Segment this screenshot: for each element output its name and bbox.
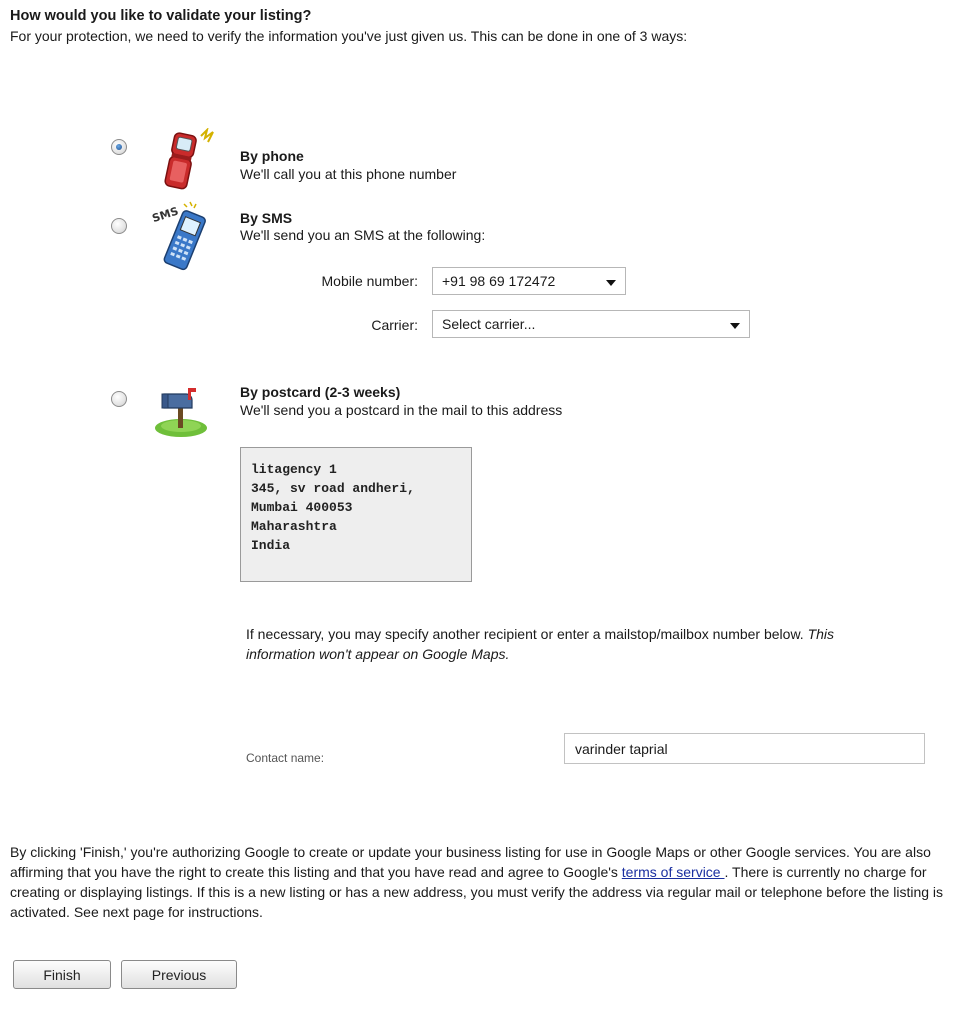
mobile-number-label: Mobile number:	[321, 273, 419, 289]
chevron-down-icon	[606, 280, 616, 286]
carrier-select[interactable]: Select carrier...	[432, 310, 750, 338]
sms-phone-icon: SMS	[151, 201, 206, 271]
mobile-number-select[interactable]: +91 98 69 172472	[432, 267, 626, 295]
phone-radio[interactable]	[111, 139, 127, 155]
legal-text: By clicking 'Finish,' you're authorizing…	[10, 842, 968, 922]
terms-of-service-link[interactable]: terms of service	[622, 864, 725, 880]
address-line: litagency 1	[251, 462, 337, 477]
address-line: 345, sv road andheri,	[251, 481, 415, 496]
svg-text:SMS: SMS	[151, 204, 181, 225]
finish-button[interactable]: Finish	[13, 960, 111, 989]
page-heading: How would you like to validate your list…	[10, 8, 312, 24]
carrier-label: Carrier:	[371, 317, 418, 333]
carrier-value: Select carrier...	[442, 316, 536, 332]
address-line: India	[251, 538, 291, 553]
postcard-option-desc: We'll send you a postcard in the mail to…	[240, 402, 563, 418]
postcard-radio[interactable]	[111, 391, 127, 407]
previous-button[interactable]: Previous	[121, 960, 237, 989]
flip-phone-icon	[164, 128, 214, 190]
contact-name-label: Contact name:	[246, 751, 325, 765]
recipient-note: If necessary, you may specify another re…	[246, 624, 866, 664]
phone-option-title: By phone	[240, 148, 304, 164]
address-line: Mumbai 400053	[251, 500, 353, 515]
intro-text: For your protection, we need to verify t…	[10, 28, 688, 44]
mailing-address-box: litagency 1 345, sv road andheri, Mumbai…	[240, 447, 472, 582]
sms-radio[interactable]	[111, 218, 127, 234]
mailbox-icon	[155, 388, 207, 437]
contact-name-input[interactable]: varinder taprial	[564, 733, 925, 764]
postcard-option-title: By postcard (2-3 weeks)	[240, 384, 401, 400]
mobile-number-value: +91 98 69 172472	[442, 273, 556, 289]
recipient-note-text: If necessary, you may specify another re…	[246, 626, 808, 642]
sms-option-title: By SMS	[240, 210, 293, 226]
phone-option-desc: We'll call you at this phone number	[240, 166, 457, 182]
chevron-down-icon	[730, 323, 740, 329]
address-line: Maharashtra	[251, 519, 337, 534]
sms-option-desc: We'll send you an SMS at the following:	[240, 227, 486, 243]
